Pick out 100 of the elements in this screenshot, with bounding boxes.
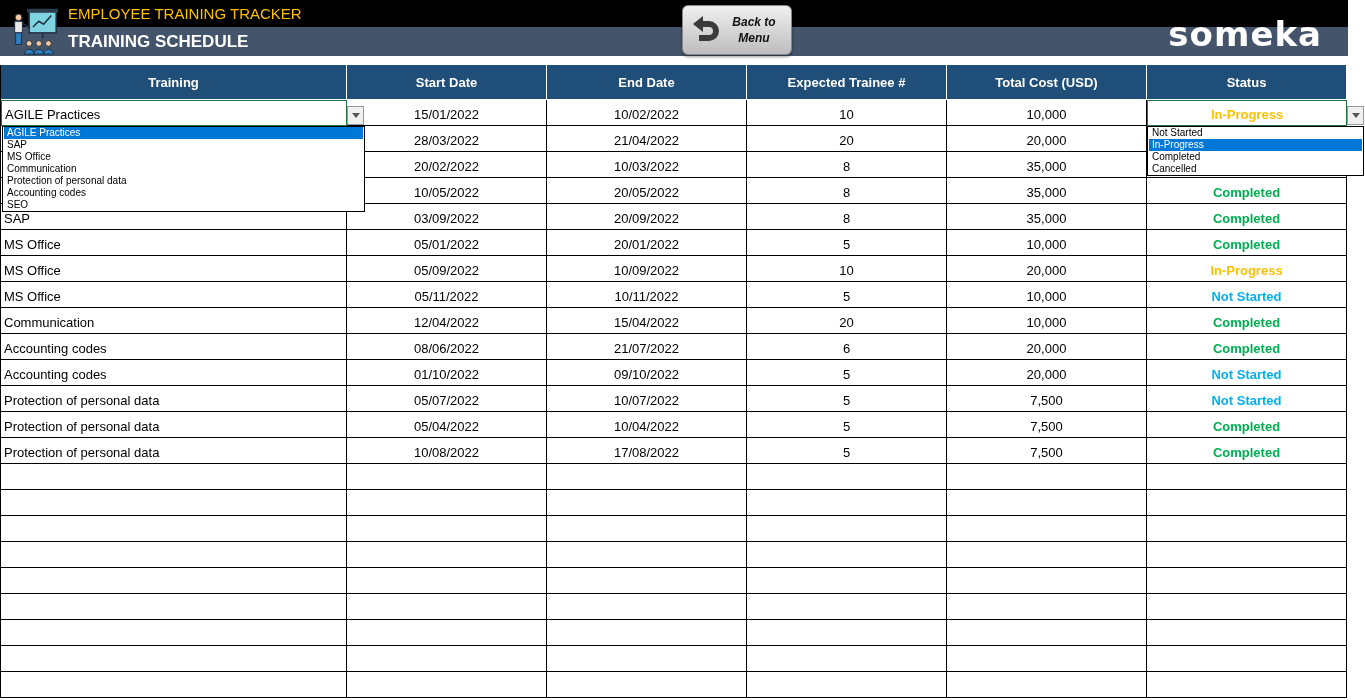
table-cell: 05/11/2022 (414, 289, 479, 304)
dropdown-option[interactable]: MS Office (4, 151, 363, 163)
column-header: Total Cost (USD) (947, 65, 1147, 99)
table-cell: MS Office (4, 263, 61, 278)
table-cell: 35,000 (1026, 159, 1067, 174)
table-cell: 5 (842, 393, 851, 408)
table-cell: 10/08/2022 (413, 445, 480, 460)
table-cell: 21/07/2022 (613, 341, 680, 356)
table-cell: 5 (842, 367, 851, 382)
table-cell: 20/09/2022 (613, 211, 680, 226)
table-cell: 10,000 (1026, 315, 1067, 330)
table-cell: 10/09/2022 (613, 263, 680, 278)
table-cell: 10,000 (1026, 107, 1067, 122)
table-cell: 17/08/2022 (613, 445, 680, 460)
table-cell: 08/06/2022 (413, 341, 480, 356)
table-cell: 8 (842, 185, 851, 200)
table-cell: 10/11/2022 (614, 289, 679, 304)
back-to-menu-button[interactable]: Back to Menu (682, 5, 792, 55)
table-cell: 7,500 (1030, 445, 1063, 460)
status-label: Completed (1212, 341, 1281, 356)
table-cell: 15/01/2022 (413, 107, 480, 122)
status-label: Not Started (1211, 393, 1282, 408)
table-cell: 20,000 (1026, 263, 1067, 278)
table-cell: 28/03/2022 (413, 133, 480, 148)
table-cell: 01/10/2022 (413, 367, 480, 382)
table-cell: 20/02/2022 (413, 159, 480, 174)
table-cell: AGILE Practices (5, 107, 101, 122)
table-cell: 35,000 (1026, 185, 1067, 200)
column-header: Expected Trainee # (747, 65, 947, 99)
dropdown-option[interactable]: AGILE Practices (4, 127, 363, 139)
status-label: Completed (1212, 237, 1281, 252)
table-cell: 05/07/2022 (413, 393, 480, 408)
table-cell: Protection of personal data (4, 445, 160, 460)
table-cell: 20,000 (1026, 133, 1067, 148)
table-cell: 10/04/2022 (613, 419, 680, 434)
column-header: End Date (547, 65, 747, 99)
dropdown-option[interactable]: Protection of personal data (4, 175, 363, 187)
table-cell: 6 (842, 341, 851, 356)
table-cell: 03/09/2022 (413, 211, 480, 226)
status-label: Completed (1212, 211, 1281, 226)
table-cell: 10,000 (1026, 289, 1067, 304)
dropdown-option[interactable]: Accounting codes (4, 187, 363, 199)
table-cell: 10/02/2022 (613, 107, 680, 122)
dropdown-option[interactable]: SAP (4, 139, 363, 151)
dropdown-option[interactable]: Not Started (1149, 127, 1362, 139)
column-header: Status (1147, 65, 1347, 99)
table-cell: 8 (842, 159, 851, 174)
table-cell: SAP (4, 211, 30, 226)
table-cell: 10/07/2022 (613, 393, 680, 408)
table-cell: 10/03/2022 (613, 159, 680, 174)
status-label: Completed (1212, 185, 1281, 200)
table-cell: 10,000 (1026, 237, 1067, 252)
column-header: Training (1, 65, 347, 99)
table-cell: 20 (839, 315, 854, 330)
table-cell: 5 (842, 237, 851, 252)
table-cell: 8 (842, 211, 851, 226)
table-cell: 05/01/2022 (413, 237, 480, 252)
column-header: Start Date (347, 65, 547, 99)
status-label: Not Started (1211, 289, 1282, 304)
table-cell: 21/04/2022 (613, 133, 680, 148)
table-cell: 09/10/2022 (613, 367, 680, 382)
status-label: Completed (1212, 419, 1281, 434)
table-cell: 20/01/2022 (613, 237, 680, 252)
table-cell: 10 (839, 107, 854, 122)
table-cell: MS Office (4, 237, 61, 252)
table-cell: 20,000 (1026, 341, 1067, 356)
table-cell: Accounting codes (4, 341, 107, 356)
table-cell: 5 (842, 289, 851, 304)
dropdown-option[interactable]: SEO (4, 199, 363, 211)
dropdown-arrow-button[interactable] (347, 106, 364, 125)
table-cell: Protection of personal data (4, 419, 160, 434)
table-cell: Protection of personal data (4, 393, 160, 408)
dropdown-option[interactable]: Communication (4, 163, 363, 175)
table-cell: 05/09/2022 (413, 263, 480, 278)
table-cell: 15/04/2022 (613, 315, 680, 330)
caret-icon (351, 113, 360, 118)
table-cell: MS Office (4, 289, 61, 304)
caret-icon (1351, 113, 1360, 118)
table-cell: 35,000 (1026, 211, 1067, 226)
table-cell: 5 (842, 445, 851, 460)
table-cell: 20/05/2022 (613, 185, 680, 200)
status-label: Completed (1212, 445, 1281, 460)
table-cell: 7,500 (1030, 393, 1063, 408)
table-cell: Communication (4, 315, 95, 330)
table-cell: 20 (839, 133, 854, 148)
status-label: In-Progress (1210, 107, 1284, 122)
page-title: TRAINING SCHEDULE (68, 31, 249, 52)
app-title: EMPLOYEE TRAINING TRACKER (68, 5, 302, 22)
dropdown-option[interactable]: Completed (1149, 151, 1362, 163)
table-cell: 05/04/2022 (413, 419, 480, 434)
dropdown-option[interactable]: In-Progress (1149, 139, 1362, 151)
table-cell: 10 (839, 263, 854, 278)
table-cell: 20,000 (1026, 367, 1067, 382)
table-cell: Accounting codes (4, 367, 107, 382)
status-label: Not Started (1211, 367, 1282, 382)
table-cell: 12/04/2022 (413, 315, 480, 330)
table-cell: 7,500 (1030, 419, 1063, 434)
dropdown-option[interactable]: Cancelled (1149, 163, 1362, 175)
table-cell: 5 (842, 419, 851, 434)
dropdown-arrow-button[interactable] (1347, 106, 1364, 125)
